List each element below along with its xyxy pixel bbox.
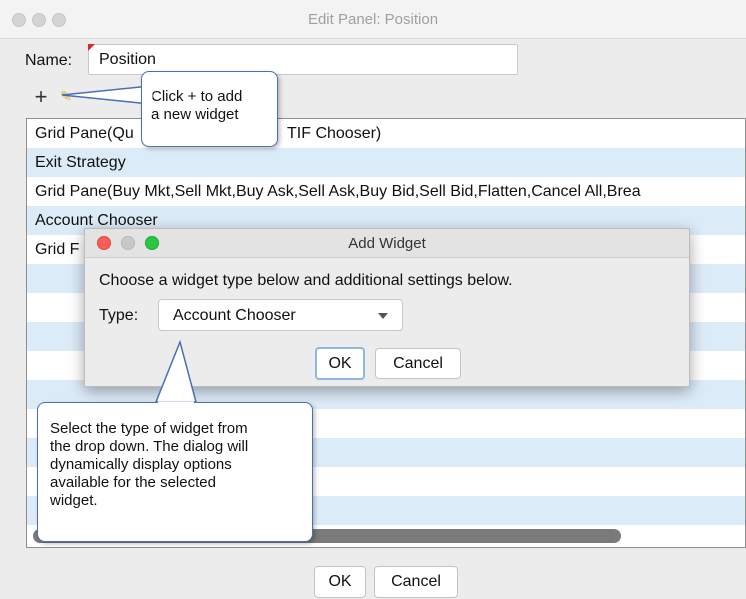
callout-pointer-cover-2: [158, 401, 194, 405]
